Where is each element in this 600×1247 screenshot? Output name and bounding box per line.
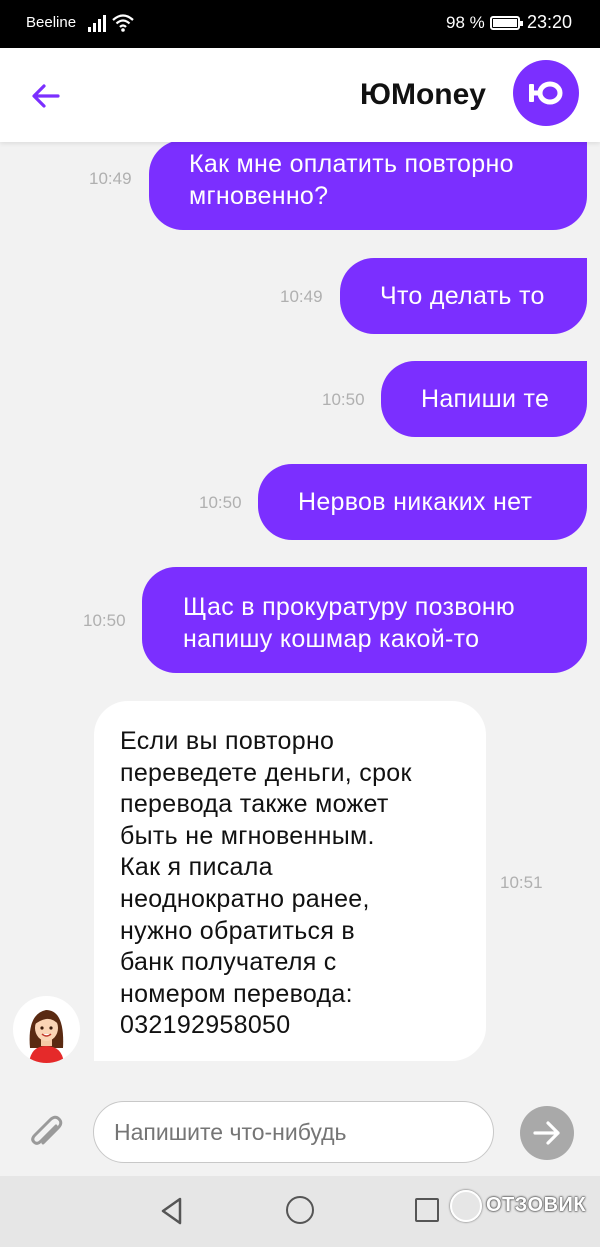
otzovik-logo-icon bbox=[450, 1190, 482, 1222]
outgoing-message[interactable]: Как мне оплатить повторно мгновенно? bbox=[149, 140, 587, 230]
message-text: быть не мгновенным. bbox=[120, 821, 375, 850]
message-time: 10:50 bbox=[322, 390, 365, 409]
signal-icon bbox=[88, 14, 108, 32]
incoming-message[interactable]: Если вы повторно переведете деньги, срок… bbox=[94, 701, 486, 1061]
send-button[interactable] bbox=[520, 1106, 574, 1160]
battery-percent: 98 % bbox=[446, 13, 485, 32]
agent-avatar bbox=[13, 996, 80, 1063]
message-text: 032192958050 bbox=[120, 1011, 291, 1040]
message-text: переведете деньги, срок bbox=[120, 758, 412, 787]
message-text: перевода также может bbox=[120, 790, 389, 819]
message-text: банк получателя с bbox=[120, 948, 337, 977]
back-arrow-icon[interactable] bbox=[28, 78, 64, 114]
system-nav-bar: ОТЗОВИК bbox=[0, 1176, 600, 1247]
nav-back-icon[interactable] bbox=[158, 1196, 186, 1226]
message-time: 10:50 bbox=[83, 611, 126, 630]
outgoing-message[interactable]: Щас в прокуратуру позвоню напишу кошмар … bbox=[142, 567, 587, 673]
message-time: 10:51 bbox=[500, 873, 543, 892]
message-input[interactable] bbox=[93, 1101, 494, 1163]
status-bar: Beeline 98 % 23:20 bbox=[0, 0, 600, 48]
message-time: 10:49 bbox=[280, 287, 323, 306]
nav-home-icon[interactable] bbox=[286, 1196, 314, 1224]
yumoney-logo[interactable] bbox=[513, 60, 579, 126]
message-text: неоднократно ранее, bbox=[120, 884, 370, 913]
outgoing-message[interactable]: Что делать то bbox=[340, 258, 587, 334]
message-time: 10:49 bbox=[89, 169, 132, 188]
message-text: напишу кошмар какой-то bbox=[183, 625, 480, 653]
nav-recent-apps-icon[interactable] bbox=[415, 1198, 439, 1222]
message-time: 10:50 bbox=[199, 493, 242, 512]
logo-mark-icon bbox=[529, 81, 563, 105]
message-text: номером перевода: bbox=[120, 979, 353, 1008]
outgoing-message[interactable]: Нервов никаких нет bbox=[258, 464, 587, 540]
message-text: Щас в прокуратуру позвоню bbox=[183, 593, 515, 621]
wifi-icon bbox=[112, 14, 134, 32]
message-text: Если вы повторно bbox=[120, 727, 335, 755]
watermark-text: ОТЗОВИК bbox=[486, 1194, 587, 1216]
send-arrow-icon bbox=[533, 1121, 560, 1145]
message-text: нужно обратиться в bbox=[120, 916, 356, 945]
message-text: Напиши те bbox=[421, 385, 550, 413]
message-text: Что делать то bbox=[380, 282, 545, 310]
chat-header: ЮMoney bbox=[0, 48, 600, 142]
chat-title: ЮMoney bbox=[360, 78, 486, 111]
message-text: Как я писала bbox=[120, 853, 273, 882]
message-text: Как мне оплатить повторно bbox=[189, 150, 514, 178]
message-text: мгновенно? bbox=[189, 182, 329, 210]
outgoing-message[interactable]: Напиши те bbox=[381, 361, 587, 437]
attach-paperclip-icon[interactable] bbox=[26, 1112, 66, 1154]
status-time: 23:20 bbox=[527, 12, 573, 32]
carrier-name: Beeline bbox=[26, 14, 77, 31]
agent-avatar-icon bbox=[29, 1010, 64, 1063]
message-text: Нервов никаких нет bbox=[298, 488, 533, 516]
battery-icon bbox=[490, 16, 523, 30]
